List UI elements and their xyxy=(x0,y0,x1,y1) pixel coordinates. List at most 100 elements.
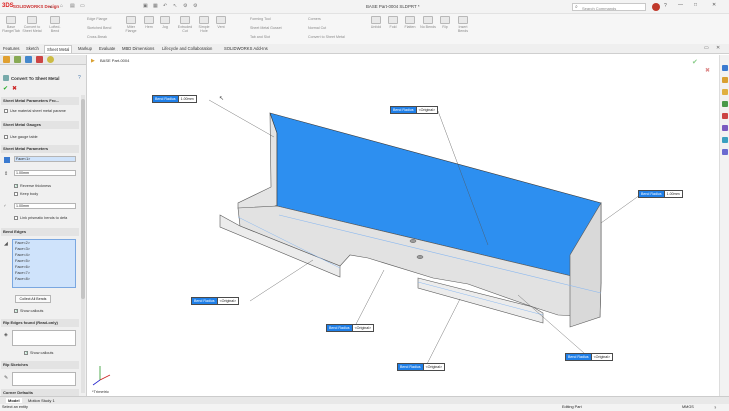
panel-help-icon[interactable]: ? xyxy=(78,75,81,81)
undo-icon[interactable]: ↶ xyxy=(163,3,167,9)
solidworks-logo-icon[interactable]: 3DS xyxy=(2,3,14,9)
cross-break-item[interactable]: Cross-Break xyxy=(87,35,107,39)
hole[interactable] xyxy=(416,255,424,259)
design-library-icon[interactable] xyxy=(722,77,728,83)
home-icon[interactable]: ⌂ xyxy=(60,3,63,9)
section-rip-edges[interactable]: Rip Edges found (Read-only) xyxy=(1,319,79,327)
callout-value[interactable]: 1.00mm xyxy=(664,190,683,198)
bend-radius-callout[interactable]: Bend Radius 1.00mm xyxy=(638,190,683,198)
hem-button[interactable]: Hem xyxy=(142,16,156,29)
tab-and-slot-item[interactable]: Tab and Slot xyxy=(250,35,270,39)
tab-addins[interactable]: SOLIDWORKS Add-Ins xyxy=(222,45,270,53)
list-item[interactable]: Face<6> xyxy=(15,265,30,269)
base-flange-button[interactable]: Base Flange/Tab xyxy=(2,16,20,33)
gusset-item[interactable]: Sheet Metal Gusset xyxy=(250,26,282,30)
3dexperience-icon[interactable] xyxy=(722,137,728,143)
convert-item[interactable]: Convert to Sheet Metal xyxy=(308,35,345,39)
extruded-cut-button[interactable]: Extruded Cut xyxy=(176,16,194,33)
tab-model[interactable]: Model xyxy=(6,398,22,403)
search-commands-box[interactable]: ⌕ Search Commands xyxy=(572,3,646,11)
section-gauges[interactable]: Sheet Metal Gauges xyxy=(1,121,79,129)
callout-value[interactable]: 1.00mm xyxy=(178,95,197,103)
dimxpert-tab-icon[interactable] xyxy=(36,56,43,63)
menu-arrow-icon[interactable]: ▸ xyxy=(50,4,52,9)
help-icon[interactable]: ? xyxy=(664,3,667,9)
unfold-button[interactable]: Unfold xyxy=(368,16,384,29)
list-item[interactable]: Face<8> xyxy=(15,277,30,281)
tab-features[interactable]: Features xyxy=(1,45,22,53)
bend-radius-callout[interactable]: Bend Radius 1.00mm xyxy=(152,95,197,103)
list-item[interactable]: Face<5> xyxy=(15,259,30,263)
sketched-bend-item[interactable]: Sketched Bend xyxy=(87,26,111,30)
panel-scrollbar-thumb[interactable] xyxy=(81,99,85,299)
list-item[interactable]: Face<2> xyxy=(15,241,30,245)
jog-button[interactable]: Jog xyxy=(158,16,172,29)
keep-body-checkbox[interactable] xyxy=(14,192,18,196)
tab-sketch[interactable]: Sketch xyxy=(24,45,41,53)
use-gauge-table-checkbox[interactable] xyxy=(4,135,8,139)
convert-to-sheet-metal-button[interactable]: Convert to Sheet Metal xyxy=(22,16,42,33)
config-manager-tab-icon[interactable] xyxy=(25,56,32,63)
status-units[interactable]: MMGS xyxy=(682,404,694,411)
section-params-from[interactable]: Sheet Metal Parameters Fro... xyxy=(1,97,79,105)
tab-markup[interactable]: Markup xyxy=(76,45,94,53)
list-item[interactable]: Face<3> xyxy=(15,247,30,251)
graphics-viewport[interactable]: ▶ BASE Part-0004 Bend Radius 1.00mm Bend… xyxy=(88,55,719,396)
close-icon[interactable]: ✕ xyxy=(712,2,716,8)
status-help-icon[interactable]: ? xyxy=(714,404,716,411)
section-params[interactable]: Sheet Metal Parameters xyxy=(1,145,79,153)
reverse-thickness-checkbox[interactable] xyxy=(14,183,18,188)
hole[interactable] xyxy=(409,239,417,243)
vent-button[interactable]: Vent xyxy=(214,16,228,29)
file-explorer-icon[interactable] xyxy=(722,89,728,95)
forming-tool-item[interactable]: Forming Tool xyxy=(250,17,271,21)
user-avatar[interactable] xyxy=(652,3,660,11)
options-icon[interactable]: ⚙ xyxy=(193,3,197,9)
bend-radius-callout[interactable]: Bend Radius <Original> xyxy=(390,106,439,114)
rip-sketches-list[interactable] xyxy=(12,372,76,386)
ok-button[interactable]: ✔ xyxy=(3,85,8,92)
open-icon[interactable]: ▭ xyxy=(80,3,85,9)
rip-edges-list[interactable] xyxy=(12,330,76,346)
list-item[interactable]: Face<4> xyxy=(15,253,30,257)
rip-button[interactable]: Rip xyxy=(438,16,452,29)
window-restore-icon[interactable]: ▭ xyxy=(704,45,709,51)
bend-radius-callout[interactable]: Bend Radius <Original> xyxy=(191,297,240,305)
use-material-params-checkbox[interactable] xyxy=(4,109,8,113)
callout-value[interactable]: <Original> xyxy=(423,363,446,371)
tab-mbd-dimensions[interactable]: MBD Dimensions xyxy=(120,45,156,53)
normal-cut-item[interactable]: Normal Cut xyxy=(308,26,326,30)
confirmation-check-icon[interactable]: ✔ xyxy=(692,58,698,66)
bend-radius-callout[interactable]: Bend Radius <Original> xyxy=(397,363,446,371)
bend-radius-field[interactable]: 1.00mm xyxy=(14,203,76,209)
thickness-field[interactable]: 1.00mm xyxy=(14,170,76,176)
tab-evaluate[interactable]: Evaluate xyxy=(97,45,117,53)
cancel-button[interactable]: ✖ xyxy=(12,85,17,92)
property-manager-tab-icon[interactable] xyxy=(14,56,21,63)
window-close-icon[interactable]: ✕ xyxy=(716,45,720,51)
print-icon[interactable]: ▦ xyxy=(153,3,158,9)
callout-value[interactable]: <Original> xyxy=(591,353,614,361)
bend-edges-list[interactable]: Face<2> Face<3> Face<4> Face<5> Face<6> … xyxy=(12,239,76,288)
panel-scrollbar[interactable] xyxy=(81,95,85,393)
show-callouts-checkbox[interactable] xyxy=(14,308,18,313)
miter-flange-button[interactable]: Miter Flange xyxy=(122,16,140,33)
link-radius-checkbox[interactable] xyxy=(14,216,18,220)
bend-radius-callout[interactable]: Bend Radius <Original> xyxy=(565,353,614,361)
section-bend-edges[interactable]: Bend Edges xyxy=(1,228,79,236)
confirmation-cancel-icon[interactable]: ✖ xyxy=(705,67,710,74)
insert-bends-button[interactable]: Insert Bends xyxy=(454,16,472,33)
rebuild-icon[interactable]: ⚙ xyxy=(183,3,187,9)
fold-button[interactable]: Fold xyxy=(386,16,400,29)
save-icon[interactable]: ▣ xyxy=(143,3,148,9)
bend-radius-callout[interactable]: Bend Radius <Original> xyxy=(326,324,375,332)
tab-sheet-metal[interactable]: Sheet Metal xyxy=(44,45,73,53)
no-bends-button[interactable]: No Bends xyxy=(420,16,436,29)
select-icon[interactable]: ↖ xyxy=(173,3,177,9)
tab-lifecycle[interactable]: Lifecycle and Collaboration xyxy=(160,45,214,53)
flatten-button[interactable]: Flatten xyxy=(402,16,418,29)
view-palette-icon[interactable] xyxy=(722,101,728,107)
fixed-face-field[interactable]: Face<1> xyxy=(14,156,76,162)
collect-all-bends-button[interactable]: Collect All Bends xyxy=(15,295,51,303)
appearances-icon[interactable] xyxy=(722,113,728,119)
